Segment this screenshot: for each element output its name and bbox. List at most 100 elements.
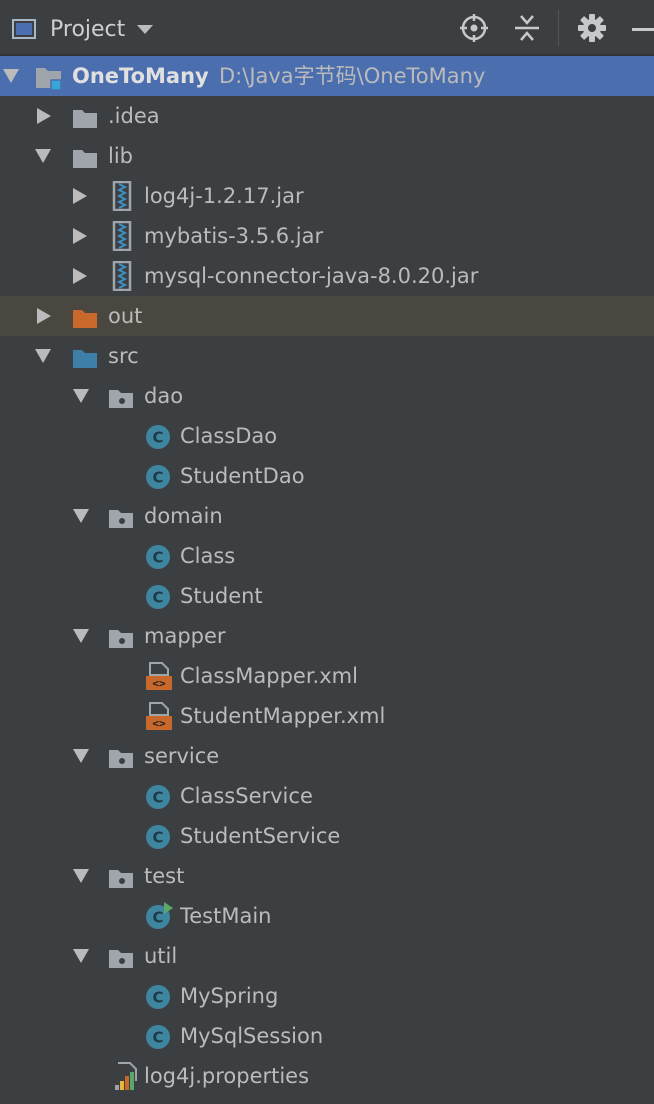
chevron-right-icon[interactable] — [73, 268, 87, 284]
svg-text:C: C — [152, 829, 163, 847]
tree-item-class[interactable]: C MySqlSession — [0, 1016, 654, 1056]
package-icon — [108, 944, 134, 968]
properties-file-icon — [110, 1061, 137, 1090]
tree-item-package[interactable]: dao — [0, 376, 654, 416]
svg-text:C: C — [152, 589, 163, 607]
tree-item-jar[interactable]: log4j-1.2.17.jar — [0, 176, 654, 216]
tree-item-jar[interactable]: mysql-connector-java-8.0.20.jar — [0, 256, 654, 296]
jar-label: mysql-connector-java-8.0.20.jar — [144, 264, 479, 288]
folder-label: out — [108, 304, 143, 328]
tree-item-class[interactable]: C ClassDao — [0, 416, 654, 456]
tree-item-xml[interactable]: <> ClassMapper.xml — [0, 656, 654, 696]
toolbar-separator — [558, 10, 559, 46]
package-icon — [108, 744, 134, 768]
root-path: D:\Java字节码\OneToMany — [219, 64, 486, 88]
dropdown-caret-icon — [137, 24, 154, 34]
source-folder-icon — [72, 344, 98, 368]
svg-text:C: C — [152, 1029, 163, 1047]
java-class-icon: C — [145, 583, 171, 609]
tree-item-package[interactable]: domain — [0, 496, 654, 536]
chevron-down-icon[interactable] — [73, 389, 89, 403]
java-class-icon: C — [145, 423, 171, 449]
folder-label: lib — [108, 144, 133, 168]
settings-gear-icon[interactable] — [577, 13, 607, 43]
package-label: service — [144, 744, 220, 768]
package-label: dao — [144, 384, 184, 408]
svg-text:C: C — [152, 989, 163, 1007]
xml-file-icon: <> — [144, 701, 172, 730]
chevron-down-icon[interactable] — [3, 69, 19, 83]
tree-item-src[interactable]: src — [0, 336, 654, 376]
chevron-right-icon[interactable] — [37, 108, 51, 124]
chevron-down-icon[interactable] — [73, 869, 89, 883]
jar-archive-icon — [110, 180, 136, 212]
tree-item-package[interactable]: mapper — [0, 616, 654, 656]
excluded-folder-icon — [72, 304, 98, 328]
tree-item-properties[interactable]: log4j.properties — [0, 1056, 654, 1096]
xml-label: StudentMapper.xml — [180, 704, 386, 728]
root-name: OneToMany — [72, 64, 209, 88]
tree-item-class[interactable]: C MySpring — [0, 976, 654, 1016]
minimize-icon[interactable] — [632, 28, 654, 31]
chevron-down-icon[interactable] — [73, 629, 89, 643]
java-class-icon: C — [145, 1023, 171, 1049]
toolbar-title: Project — [50, 16, 126, 42]
class-label: StudentService — [180, 824, 341, 848]
tree-item-package[interactable]: service — [0, 736, 654, 776]
class-label: TestMain — [180, 904, 272, 928]
java-class-icon: C — [145, 543, 171, 569]
class-label: ClassService — [180, 784, 313, 808]
java-class-icon: C — [145, 463, 171, 489]
class-label: ClassDao — [180, 424, 278, 448]
locate-icon[interactable] — [459, 13, 489, 43]
jar-label: mybatis-3.5.6.jar — [144, 224, 324, 248]
tree-item-class[interactable]: C StudentDao — [0, 456, 654, 496]
chevron-down-icon[interactable] — [35, 349, 51, 363]
svg-text:<>: <> — [152, 717, 166, 730]
tree-item-package[interactable]: util — [0, 936, 654, 976]
collapse-all-icon[interactable] — [512, 13, 542, 43]
svg-text:C: C — [152, 549, 163, 567]
tree-item-class[interactable]: C TestMain — [0, 896, 654, 936]
properties-label: log4j.properties — [144, 1064, 310, 1088]
tree-item-jar[interactable]: mybatis-3.5.6.jar — [0, 216, 654, 256]
module-folder-icon — [35, 64, 62, 91]
package-label: test — [144, 864, 185, 888]
tree-item-class[interactable]: C StudentService — [0, 816, 654, 856]
class-label: StudentDao — [180, 464, 305, 488]
package-icon — [108, 864, 134, 888]
tree-item-root[interactable]: OneToMany D:\Java字节码\OneToMany — [0, 56, 654, 96]
tree-item-out[interactable]: out — [0, 296, 654, 336]
tree-item-class[interactable]: C Class — [0, 536, 654, 576]
tree-item-idea[interactable]: .idea — [0, 96, 654, 136]
tree-item-xml[interactable]: <> StudentMapper.xml — [0, 696, 654, 736]
chevron-right-icon[interactable] — [37, 308, 51, 324]
class-label: Student — [180, 584, 263, 608]
svg-text:C: C — [152, 909, 163, 927]
svg-text:C: C — [152, 789, 163, 807]
svg-text:C: C — [152, 429, 163, 447]
chevron-down-icon[interactable] — [35, 149, 51, 163]
tree-item-class[interactable]: C Student — [0, 576, 654, 616]
java-class-icon: C — [145, 983, 171, 1009]
java-class-icon: C — [145, 823, 171, 849]
project-tree: OneToMany D:\Java字节码\OneToMany .idea lib… — [0, 56, 654, 1096]
tree-item-class[interactable]: C ClassService — [0, 776, 654, 816]
jar-label: log4j-1.2.17.jar — [144, 184, 304, 208]
chevron-right-icon[interactable] — [73, 228, 87, 244]
package-icon — [108, 384, 134, 408]
package-label: domain — [144, 504, 223, 528]
chevron-down-icon[interactable] — [73, 749, 89, 763]
class-label: MySqlSession — [180, 1024, 324, 1048]
project-view-selector[interactable]: Project — [12, 16, 154, 42]
tree-item-package[interactable]: test — [0, 856, 654, 896]
project-window-icon — [12, 19, 36, 39]
tree-item-lib[interactable]: lib — [0, 136, 654, 176]
xml-file-icon: <> — [144, 661, 172, 690]
folder-label: src — [108, 344, 139, 368]
package-label: mapper — [144, 624, 226, 648]
chevron-down-icon[interactable] — [73, 949, 89, 963]
package-icon — [108, 624, 134, 648]
chevron-right-icon[interactable] — [73, 188, 87, 204]
chevron-down-icon[interactable] — [73, 509, 89, 523]
